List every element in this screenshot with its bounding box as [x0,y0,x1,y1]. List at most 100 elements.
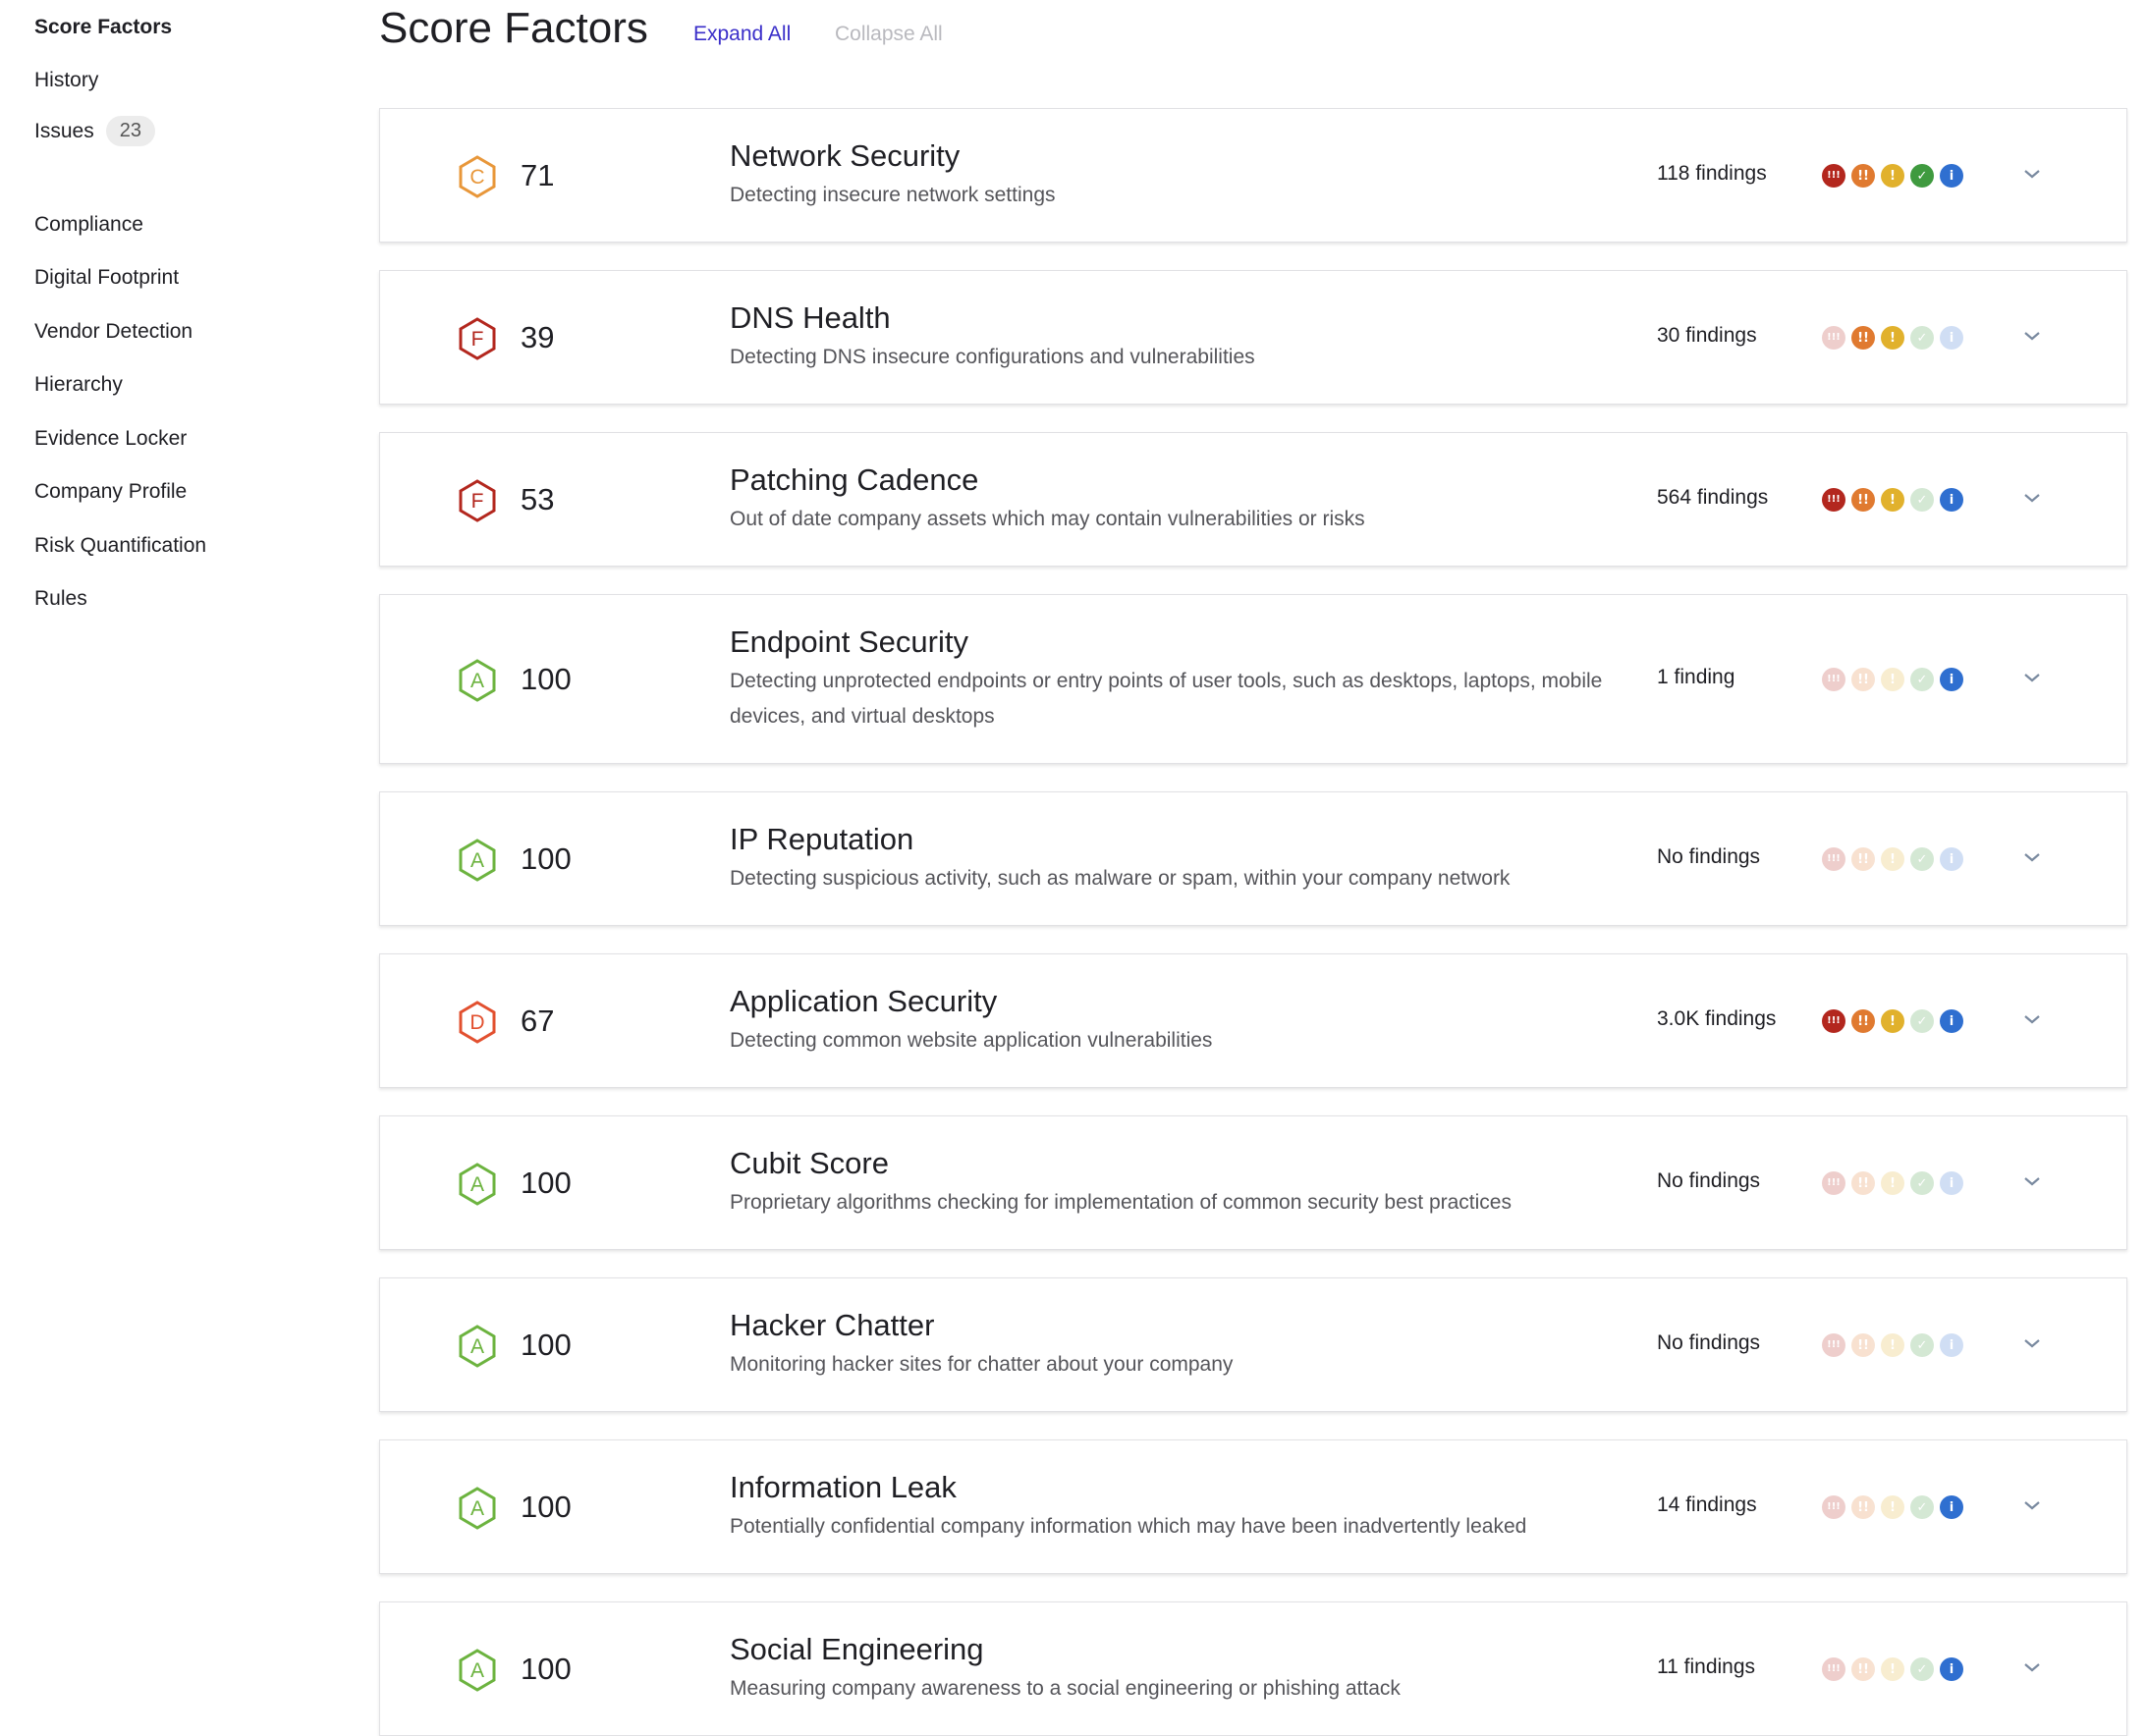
factor-title: Network Security [730,138,961,173]
grade-hexagon-icon: A [457,838,498,883]
factor-card-endpoint-security[interactable]: A 100 Endpoint Security Detecting unprot… [379,594,2127,764]
critical-icon: !!! [1822,1009,1845,1033]
critical-icon: !!! [1822,1333,1845,1357]
grade-hexagon-icon: A [457,1324,498,1369]
findings-count: 14 findings [1657,1493,1757,1516]
critical-icon: !!! [1822,847,1845,871]
findings-count: 30 findings [1657,324,1757,347]
factor-description: Detecting suspicious activity, such as m… [730,867,1511,890]
factor-card-cubit-score[interactable]: A 100 Cubit Score Proprietary algorithms… [379,1115,2127,1250]
factor-title: Social Engineering [730,1632,984,1666]
grade-hexagon-icon: A [457,1162,498,1207]
chevron-down-icon[interactable] [2020,324,2044,348]
chevron-down-icon[interactable] [2020,162,2044,186]
grade-hexagon-icon: A [457,1486,498,1531]
factor-title: Endpoint Security [730,624,968,659]
chevron-down-icon[interactable] [2020,845,2044,869]
factor-card-patching-cadence[interactable]: F 53 Patching Cadence Out of date compan… [379,432,2127,567]
medium-icon: ! [1881,1495,1904,1519]
sidebar-item-label: Score Factors [34,16,173,38]
high-icon: !! [1851,164,1875,188]
collapse-all-button[interactable]: Collapse All [835,23,943,46]
sidebar-item-digital-footprint[interactable]: Digital Footprint [34,266,179,290]
findings-count: No findings [1657,1331,1761,1354]
grade-letter: F [471,490,484,513]
sidebar-item-company-profile[interactable]: Company Profile [34,480,187,504]
sidebar-item-issues[interactable]: Issues 23 [34,116,155,146]
grade-letter: A [470,1659,484,1682]
chevron-down-icon[interactable] [2020,666,2044,689]
info-icon: i [1940,668,1963,691]
factor-card-application-security[interactable]: D 67 Application Security Detecting comm… [379,953,2127,1088]
chevron-down-icon[interactable] [2020,1655,2044,1679]
grade-hexagon-icon: D [457,1000,498,1045]
factor-description: Monitoring hacker sites for chatter abou… [730,1353,1234,1376]
factor-score: 100 [521,1328,572,1362]
severity-indicators: !!!!!! ✓ i [1822,1333,1963,1357]
factor-title: Information Leak [730,1470,957,1504]
factor-description: Out of date company assets which may con… [730,508,1365,530]
high-icon: !! [1851,326,1875,350]
factor-description: Proprietary algorithms checking for impl… [730,1191,1512,1214]
sidebar-item-label: Hierarchy [34,373,123,396]
severity-indicators: !!!!!! ✓ i [1822,847,1963,871]
sidebar-item-history[interactable]: History [34,69,98,92]
chevron-down-icon[interactable] [2020,1007,2044,1031]
factor-card-social-engineering[interactable]: A 100 Social Engineering Measuring compa… [379,1601,2127,1736]
grade-hexagon-icon: F [457,316,498,361]
sidebar-item-label: Issues [34,119,94,142]
page-title: Score Factors [379,4,648,52]
grade-hexagon-icon: A [457,658,498,703]
info-icon: i [1940,488,1963,512]
sidebar-item-label: Rules [34,587,87,610]
critical-icon: !!! [1822,326,1845,350]
factor-card-ip-reputation[interactable]: A 100 IP Reputation Detecting suspicious… [379,791,2127,926]
high-icon: !! [1851,488,1875,512]
high-icon: !! [1851,847,1875,871]
factor-title: DNS Health [730,300,891,335]
chevron-down-icon[interactable] [2020,1331,2044,1355]
factor-card-network-security[interactable]: C 71 Network Security Detecting insecure… [379,108,2127,243]
sidebar-item-vendor-detection[interactable]: Vendor Detection [34,320,193,344]
factor-description: Potentially confidential company informa… [730,1515,1527,1538]
factor-score: 100 [521,1166,572,1200]
sidebar-item-hierarchy[interactable]: Hierarchy [34,373,123,397]
chevron-down-icon[interactable] [2020,1169,2044,1193]
chevron-down-icon[interactable] [2020,486,2044,510]
high-icon: !! [1851,1333,1875,1357]
factor-title: Hacker Chatter [730,1308,935,1342]
severity-indicators: !!!!!! ✓ i [1822,1009,1963,1033]
expand-all-button[interactable]: Expand All [693,23,791,46]
factor-description: Detecting unprotected endpoints or entry… [730,670,1603,728]
grade-letter: C [469,166,484,189]
grade-letter: D [469,1011,484,1034]
factor-card-information-leak[interactable]: A 100 Information Leak Potentially confi… [379,1439,2127,1574]
factor-card-hacker-chatter[interactable]: A 100 Hacker Chatter Monitoring hacker s… [379,1277,2127,1412]
sidebar-item-score-factors[interactable]: Score Factors [34,16,172,39]
grade-hexagon-icon: A [457,1648,498,1693]
factor-score: 71 [521,158,555,192]
medium-icon: ! [1881,1333,1904,1357]
ok-check-icon: ✓ [1910,847,1934,871]
factor-title: Cubit Score [730,1146,889,1180]
grade-letter: A [470,670,484,692]
ok-check-icon: ✓ [1910,668,1934,691]
sidebar-item-label: Company Profile [34,480,188,503]
grade-letter: A [470,849,484,872]
ok-check-icon: ✓ [1910,1657,1934,1681]
sidebar-item-compliance[interactable]: Compliance [34,213,143,237]
issues-count-badge: 23 [105,116,155,146]
grade-letter: F [471,328,484,351]
factor-score: 100 [521,1652,572,1686]
ok-check-icon: ✓ [1910,488,1934,512]
sidebar-item-evidence-locker[interactable]: Evidence Locker [34,427,187,451]
high-icon: !! [1851,1495,1875,1519]
medium-icon: ! [1881,1657,1904,1681]
sidebar-item-label: Compliance [34,213,143,236]
sidebar-item-label: Evidence Locker [34,427,188,450]
info-icon: i [1940,847,1963,871]
sidebar-item-rules[interactable]: Rules [34,587,87,611]
factor-card-dns-health[interactable]: F 39 DNS Health Detecting DNS insecure c… [379,270,2127,405]
chevron-down-icon[interactable] [2020,1493,2044,1517]
sidebar-item-risk-quantification[interactable]: Risk Quantification [34,534,206,558]
